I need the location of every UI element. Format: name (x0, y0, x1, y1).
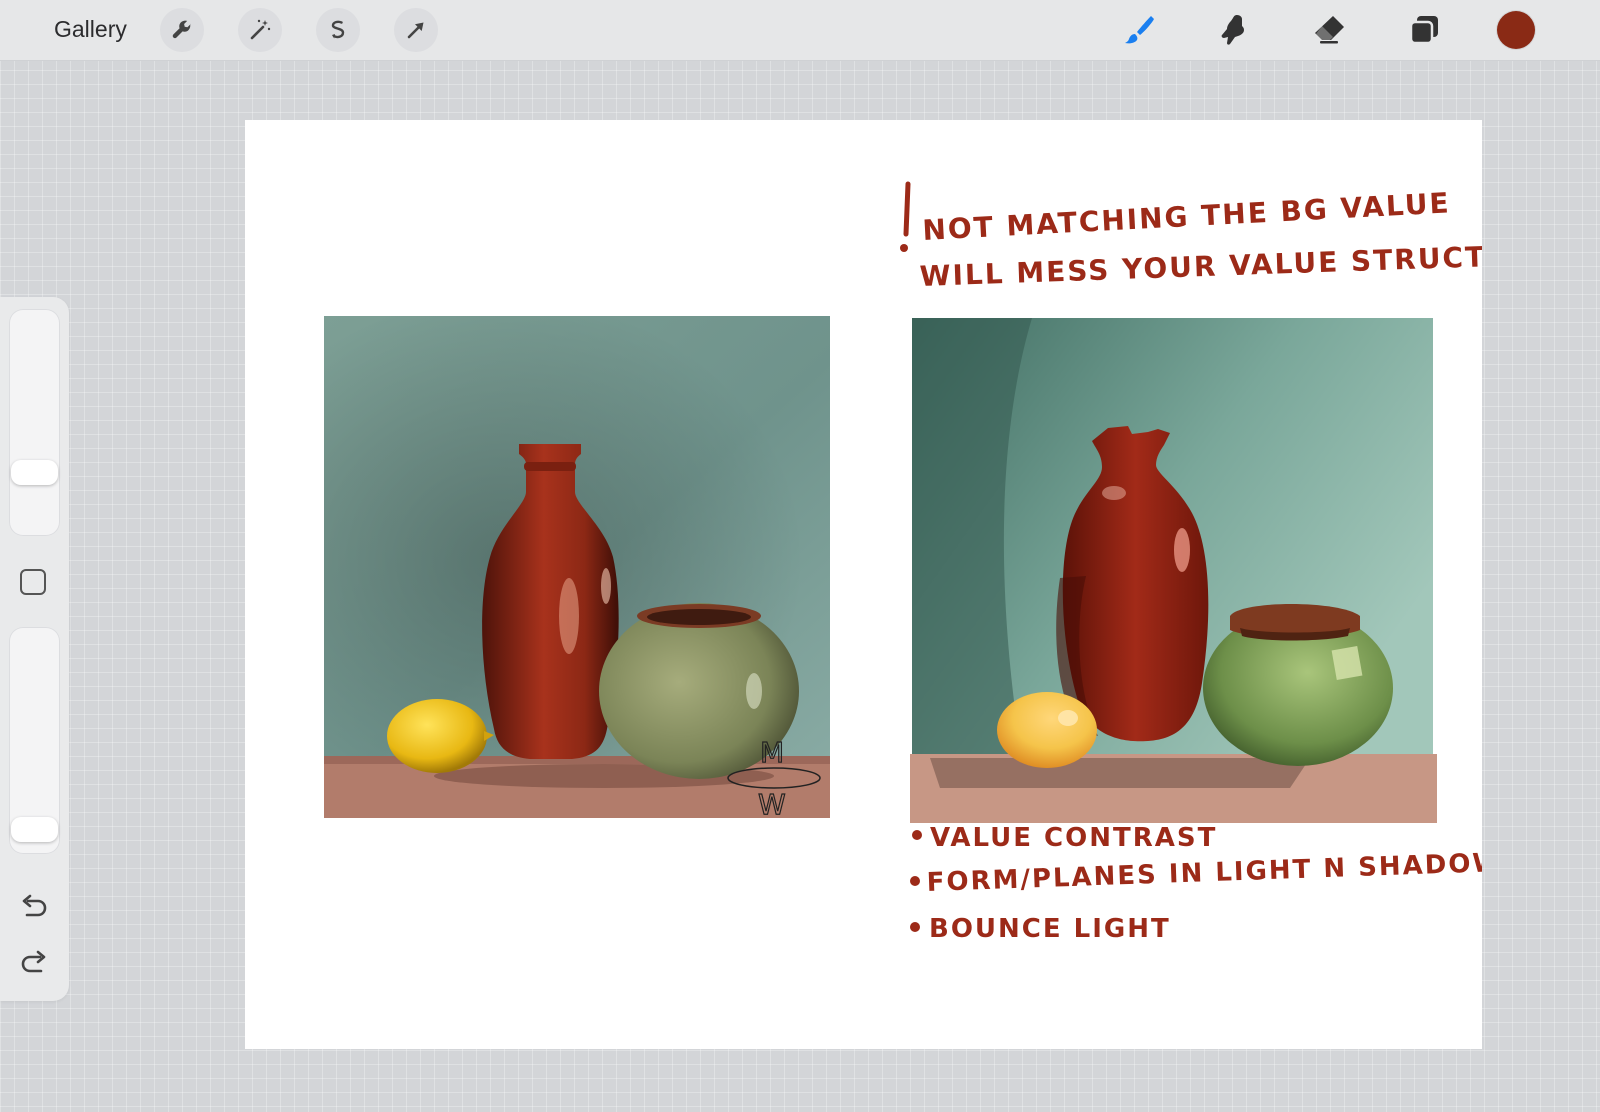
left-sidebar (0, 297, 69, 1001)
gallery-button[interactable]: Gallery (54, 16, 127, 43)
drawing-canvas[interactable]: M W NOT MATCHING THE BG VALUE WILL MESS … (245, 120, 1482, 1049)
handwritten-notes: NOT MATCHING THE BG VALUE WILL MESS YOUR… (900, 181, 1482, 944)
eraser-tool-button[interactable] (1307, 8, 1351, 52)
adjustments-button[interactable] (238, 8, 282, 52)
smudge-tool-button[interactable] (1211, 8, 1255, 52)
note-top-line1: NOT MATCHING THE BG VALUE (922, 186, 1452, 247)
bullet-item-3: BOUNCE LIGHT (929, 914, 1171, 944)
color-swatch-button[interactable] (1497, 11, 1535, 49)
smudge-icon (1221, 15, 1244, 45)
modify-button[interactable] (20, 569, 46, 595)
note-top-line2: WILL MESS YOUR VALUE STRUCTURE (919, 238, 1482, 293)
layers-button[interactable] (1402, 8, 1446, 52)
layers-icon (1409, 16, 1438, 45)
magic-wand-icon (250, 19, 271, 40)
transform-button[interactable] (394, 8, 438, 52)
undo-icon[interactable] (18, 892, 50, 924)
brush-icon (1125, 16, 1154, 44)
brush-size-slider-thumb[interactable] (11, 459, 58, 485)
top-toolbar: Gallery (0, 0, 1600, 61)
redo-icon[interactable] (18, 948, 50, 980)
exclamation-mark (903, 181, 911, 237)
selection-icon (331, 20, 345, 39)
transform-arrow-icon (407, 22, 424, 39)
selection-button[interactable] (316, 8, 360, 52)
eraser-icon (1315, 16, 1344, 44)
actions-button[interactable] (160, 8, 204, 52)
bullet-item-2: FORM/PLANES IN LIGHT N SHADOW (926, 848, 1482, 898)
paint-tool-button[interactable] (1116, 8, 1160, 52)
wrench-icon (172, 20, 191, 39)
bullet-item-1: VALUE CONTRAST (930, 823, 1217, 853)
opacity-slider-thumb[interactable] (11, 817, 58, 843)
opacity-slider[interactable] (9, 627, 60, 854)
brush-size-slider[interactable] (9, 309, 60, 536)
